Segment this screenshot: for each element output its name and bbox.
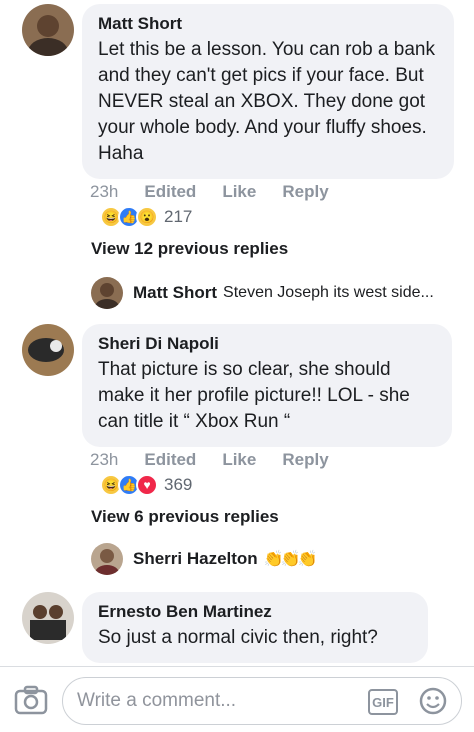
comment-author[interactable]: Ernesto Ben Martinez <box>98 602 412 622</box>
reply-button[interactable]: Reply <box>282 182 328 202</box>
clap-emoji: 👏👏👏 <box>263 551 318 568</box>
wow-reaction-icon: 😮 <box>136 206 158 228</box>
view-previous-replies[interactable]: View 12 previous replies <box>91 239 288 259</box>
gif-button[interactable]: GIF <box>368 689 398 715</box>
comment-bubble: Ernesto Ben Martinez So just a normal ci… <box>82 592 428 663</box>
edited-label[interactable]: Edited <box>144 182 196 202</box>
reaction-count: 369 <box>164 475 193 494</box>
avatar[interactable] <box>22 592 74 644</box>
avatar[interactable] <box>22 324 74 376</box>
comment-bubble: Sheri Di Napoli That picture is so clear… <box>82 324 452 447</box>
reply-button[interactable]: Reply <box>282 450 328 470</box>
view-previous-replies[interactable]: View 6 previous replies <box>91 507 279 527</box>
like-button[interactable]: Like <box>222 182 256 202</box>
love-reaction-icon: ♥ <box>136 474 158 496</box>
reply-author[interactable]: Sherri Hazelton <box>133 549 258 569</box>
edited-label[interactable]: Edited <box>144 450 196 470</box>
avatar[interactable] <box>91 277 123 309</box>
like-button[interactable]: Like <box>222 450 256 470</box>
comment-text: Let this be a lesson. You can rob a bank… <box>98 39 435 164</box>
comment-bubble: Matt Short Let this be a lesson. You can… <box>82 4 454 179</box>
comment-input[interactable] <box>77 690 357 712</box>
comment-actions: 23h Edited Like Reply <box>90 450 329 470</box>
reaction-summary[interactable]: 😆 👍 😮 217 <box>100 206 192 228</box>
avatar[interactable] <box>22 4 74 56</box>
comment-actions: 23h Edited Like Reply <box>90 182 329 202</box>
reply-author[interactable]: Matt Short <box>133 283 217 303</box>
comment-input-container[interactable]: GIF <box>62 677 462 725</box>
comment-text: So just a normal civic then, right? <box>98 627 378 648</box>
timestamp[interactable]: 23h <box>90 450 118 470</box>
timestamp[interactable]: 23h <box>90 182 118 202</box>
reply-preview[interactable]: Matt Short Steven Joseph its west side..… <box>91 277 434 309</box>
comment-author[interactable]: Sheri Di Napoli <box>98 334 436 354</box>
comment-text: That picture is so clear, she should mak… <box>98 359 410 432</box>
emoji-icon[interactable] <box>418 686 448 716</box>
reply-text: Steven Joseph its west side... <box>223 284 434 301</box>
reaction-count: 217 <box>164 207 193 226</box>
reply-preview[interactable]: Sherri Hazelton 👏👏👏 <box>91 543 318 575</box>
camera-icon[interactable] <box>14 685 48 715</box>
comment-composer: GIF <box>0 666 474 732</box>
comment-author[interactable]: Matt Short <box>98 14 438 34</box>
reaction-summary[interactable]: 😆 👍 ♥ 369 <box>100 474 192 496</box>
avatar[interactable] <box>91 543 123 575</box>
